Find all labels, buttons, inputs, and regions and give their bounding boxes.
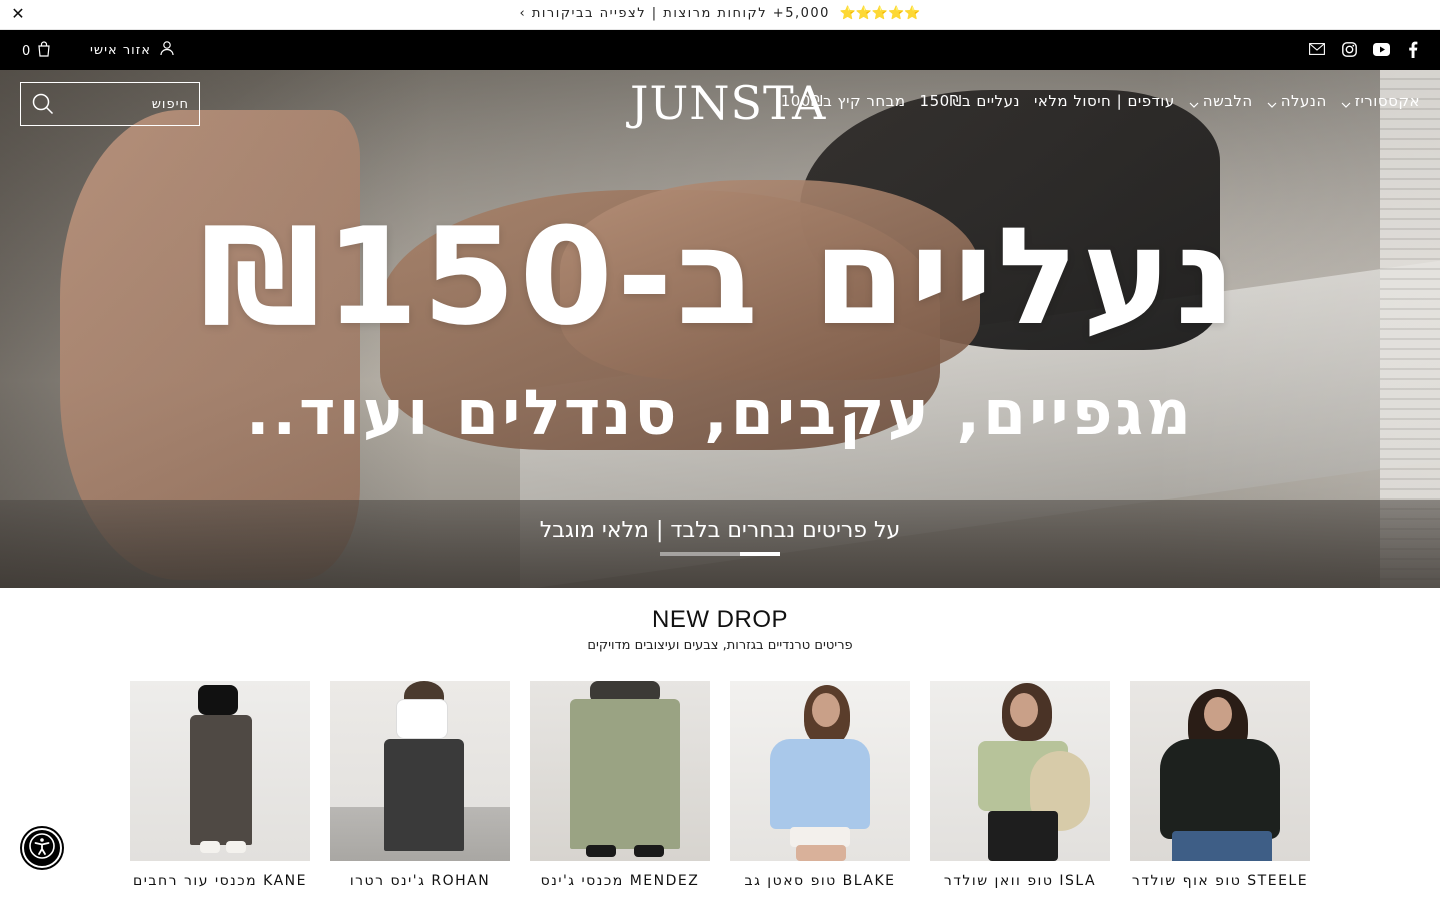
product-image[interactable] [930,681,1110,861]
slider-dot[interactable] [700,552,740,556]
hero-banner[interactable]: נעליים ב-₪150 מגפיים, עקבים, סנדלים ועוד… [0,70,1440,588]
product-grid: STEELE טופ אוף שולדר ISLA טופ וואן שולדר… [130,681,1310,889]
nav-item[interactable]: אקססוריז [1341,92,1420,110]
top-bar: 0 אזור אישי [0,30,1440,70]
slider-dot[interactable] [660,552,700,556]
instagram-icon[interactable] [1340,40,1358,58]
main-nav: מבחר קיץ ב100₪ נעליים ב150₪ עודפים | חיסול… [781,92,1420,110]
social-links [1308,40,1422,58]
cart-count: 0 [22,43,31,59]
hero-subtitle: מגפיים, עקבים, סנדלים ועוד.. [245,376,1195,449]
product-image[interactable] [530,681,710,861]
product-name[interactable]: ISLA טופ וואן שולדר [930,873,1110,889]
product-card[interactable]: ROHAN ג'ינס רטרו [330,681,510,889]
accessibility-icon [29,833,55,863]
announcement-bar: ✕ ⭐⭐⭐⭐⭐ 5,000+ לקוחות מרוצות | לצפייה בב… [0,0,1440,30]
chevron-down-icon [1189,96,1199,108]
facebook-icon[interactable] [1404,40,1422,58]
nav-item-label: הנעלה [1280,92,1327,110]
product-image[interactable] [330,681,510,861]
product-card[interactable]: MENDEZ מכנסי ג'ינס [530,681,710,889]
nav-item[interactable]: הלבשה [1189,92,1253,110]
nav-item[interactable]: הנעלה [1267,92,1327,110]
user-icon [159,40,175,60]
nav-item-label: מבחר קיץ ב100₪ [780,92,906,110]
product-card[interactable]: STEELE טופ אוף שולדר [1130,681,1310,889]
accessibility-button[interactable] [22,828,62,868]
nav-item-label: הלבשה [1202,92,1253,110]
announcement-text: 5,000+ לקוחות מרוצות | לצפייה בביקורות › [519,6,830,21]
hero-note: על פריטים נבחרים בלבד | מלאי מוגבל [539,518,901,543]
nav-item[interactable]: מבחר קיץ ב100₪ [781,92,906,110]
product-image[interactable] [730,681,910,861]
nav-item[interactable]: נעליים ב150₪ [920,92,1020,110]
youtube-icon[interactable] [1372,40,1390,58]
search-input[interactable] [69,96,189,112]
nav-item[interactable]: עודפים | חיסול מלאי [1034,92,1175,110]
product-card[interactable]: BLAKE טופ סאטן גב [730,681,910,889]
product-card[interactable]: KANE מכנסי עור רחבים [130,681,310,889]
chevron-down-icon [1267,96,1277,108]
account-link[interactable]: אזור אישי [90,40,175,60]
mail-icon[interactable] [1308,40,1326,58]
product-name[interactable]: BLAKE טופ סאטן גב [730,873,910,889]
product-name[interactable]: MENDEZ מכנסי ג'ינס [530,873,710,889]
nav-item-label: אקססוריז [1354,92,1420,110]
product-image[interactable] [130,681,310,861]
section-title: NEW DROP [652,606,788,633]
hero-title: נעליים ב-₪150 [199,199,1241,355]
nav-item-label: נעליים ב150₪ [919,92,1020,110]
rating-stars: ⭐⭐⭐⭐⭐ [839,6,921,21]
search-icon[interactable] [31,92,55,116]
slider-dot-active[interactable] [740,552,780,556]
chevron-down-icon [1341,96,1351,108]
announcement-link[interactable]: ⭐⭐⭐⭐⭐ 5,000+ לקוחות מרוצות | לצפייה בביק… [0,6,1440,21]
cart-button[interactable]: 0 [22,41,52,61]
product-image[interactable] [1130,681,1310,861]
search-box [20,82,200,126]
nav-item-label: עודפים | חיסול מלאי [1033,92,1175,110]
account-label: אזור אישי [90,42,151,58]
product-name[interactable]: KANE מכנסי עור רחבים [130,873,310,889]
hero-shelf-edge-decor [0,500,1440,588]
product-card[interactable]: ISLA טופ וואן שולדר [930,681,1110,889]
product-name[interactable]: ROHAN ג'ינס רטרו [330,873,510,889]
product-name[interactable]: STEELE טופ אוף שולדר [1130,873,1310,889]
slider-dots [660,552,780,556]
site-logo[interactable]: JUNSTA [630,76,825,130]
shopping-bag-icon [36,41,52,61]
section-subtitle: פריטים טרנדיים בגזרות, צבעים ועיצובים מד… [587,638,853,653]
